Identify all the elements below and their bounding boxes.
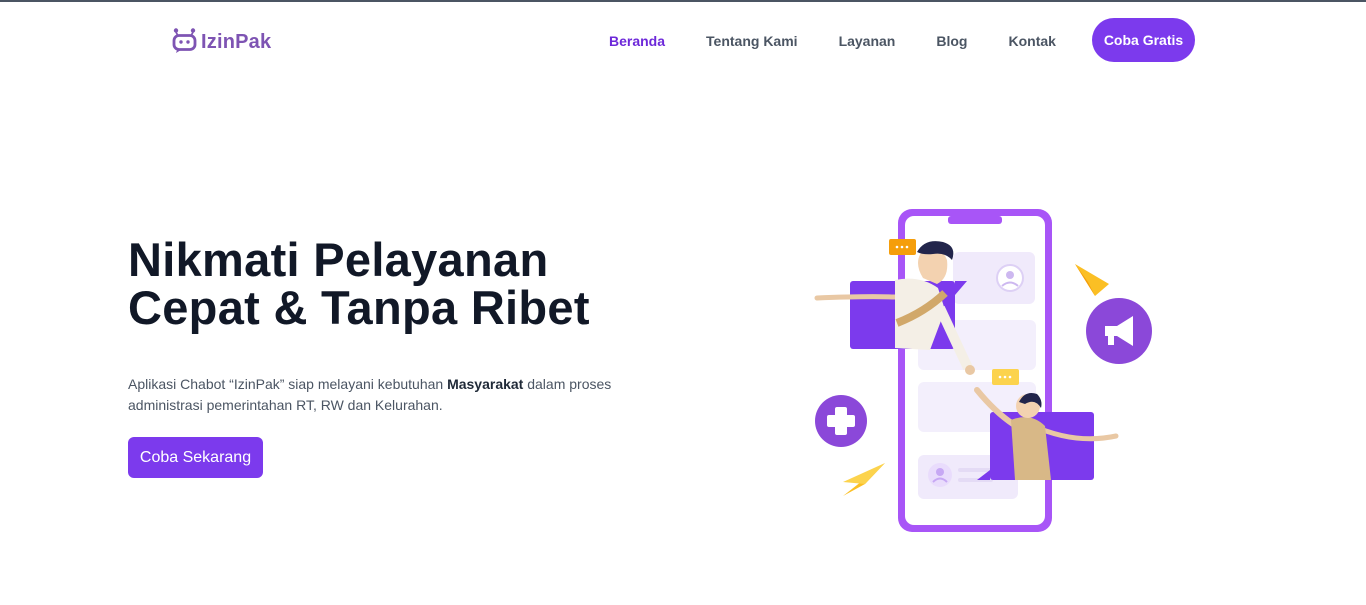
coba-gratis-button[interactable]: Coba Gratis	[1092, 18, 1195, 62]
hero-description: Aplikasi Chabot “IzinPak” siap melayani …	[128, 374, 628, 416]
nav-link-tentang-kami[interactable]: Tentang Kami	[706, 33, 798, 49]
nav-link-beranda[interactable]: Beranda	[609, 33, 665, 49]
nav-link-blog[interactable]: Blog	[936, 33, 967, 49]
coba-sekarang-button[interactable]: Coba Sekarang	[128, 437, 263, 478]
logo-text: IzinPak	[201, 31, 272, 53]
navbar: IzinPak Beranda Tentang Kami Layanan Blo…	[0, 2, 1366, 78]
nav-links: Beranda Tentang Kami Layanan Blog Kontak	[609, 33, 1097, 49]
nav-link-layanan[interactable]: Layanan	[839, 33, 896, 49]
plus-icon	[815, 395, 867, 447]
hero-title: Nikmati Pelayanan Cepat & Tanpa Ribet	[128, 236, 688, 332]
logo-link[interactable]: IzinPak	[171, 27, 271, 58]
nav-link-kontak[interactable]: Kontak	[1008, 33, 1055, 49]
hero-illustration	[805, 200, 1165, 540]
hero-desc-bold: Masyarakat	[447, 376, 524, 392]
robot-icon	[171, 27, 198, 58]
hero-title-line-1: Nikmati Pelayanan	[128, 233, 549, 286]
hero-desc-text-1: Aplikasi Chabot “IzinPak” siap melayani …	[128, 376, 448, 392]
hero-title-line-2: Cepat & Tanpa Ribet	[128, 281, 590, 334]
megaphone-icon	[1086, 298, 1152, 364]
